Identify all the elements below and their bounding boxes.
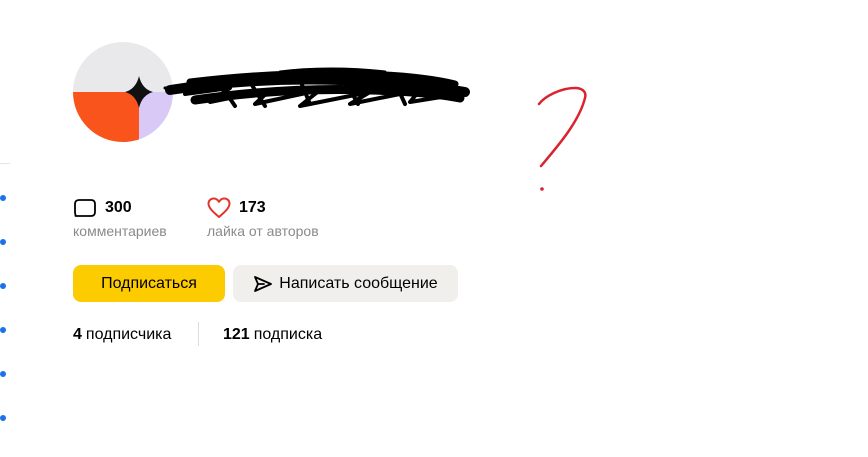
rail-bullet-icon [0, 239, 6, 245]
question-mark-annotation [525, 82, 595, 202]
send-message-button-label: Написать сообщение [279, 274, 438, 292]
likes-stat[interactable]: 173 лайка от авторов [207, 197, 319, 239]
followers-label: подписчика [85, 326, 172, 343]
send-message-button[interactable]: Написать сообщение [233, 265, 458, 302]
comments-count: 300 [105, 199, 132, 216]
comments-stat[interactable]: 300 комментариев [73, 197, 167, 239]
subscribe-button-label: Подписаться [101, 274, 197, 292]
send-icon [253, 275, 273, 293]
rail-divider [0, 163, 10, 164]
profile-name-redacted [160, 60, 480, 125]
avatar[interactable] [73, 42, 173, 142]
rail-bullet-icon [0, 195, 6, 201]
rail-bullet-icon [0, 327, 6, 333]
followers-count: 4 [73, 326, 82, 343]
heart-icon [207, 197, 231, 219]
comments-caption: комментариев [73, 223, 167, 239]
following-link[interactable]: 121 подписка [223, 325, 322, 345]
following-count: 121 [223, 326, 250, 343]
left-rail [0, 0, 12, 457]
likes-count: 173 [239, 199, 266, 216]
avatar-image [73, 42, 173, 142]
following-label: подписка [253, 326, 323, 343]
likes-caption: лайка от авторов [207, 223, 319, 239]
comment-bubble-icon [73, 198, 97, 218]
rail-bullet-icon [0, 371, 6, 377]
follow-divider [198, 322, 199, 346]
subscribe-button[interactable]: Подписаться [73, 265, 225, 302]
rail-bullet-icon [0, 415, 6, 421]
rail-bullet-icon [0, 283, 6, 289]
followers-link[interactable]: 4 подписчика [73, 325, 171, 345]
